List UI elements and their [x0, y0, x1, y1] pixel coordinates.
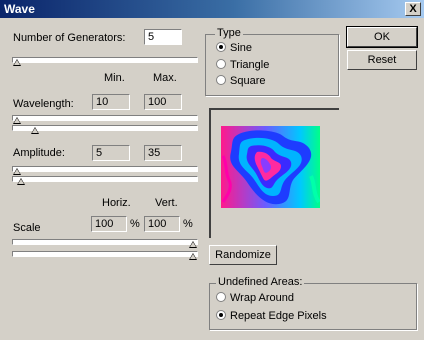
scale-vert-slider[interactable] — [12, 251, 198, 260]
close-button[interactable]: X — [405, 2, 421, 16]
generators-slider[interactable] — [12, 57, 198, 66]
wavelength-min-slider[interactable] — [12, 115, 198, 124]
wavelength-max-slider[interactable] — [12, 125, 198, 134]
generators-label: Number of Generators: — [13, 32, 126, 44]
scale-horiz-field[interactable]: 100 — [91, 216, 127, 232]
min-header: Min. — [104, 72, 125, 84]
repeat-edge-pixels-radio[interactable]: Repeat Edge Pixels — [216, 310, 327, 322]
type-triangle-radio[interactable]: Triangle — [216, 59, 269, 71]
scale-vert-unit: % — [183, 218, 193, 230]
generators-field[interactable]: 5 — [144, 29, 182, 45]
amplitude-min-field[interactable]: 5 — [92, 145, 130, 161]
amplitude-min-slider[interactable] — [12, 166, 198, 175]
type-sine-radio[interactable]: Sine — [216, 42, 252, 54]
scale-vert-field[interactable]: 100 — [144, 216, 180, 232]
vert-header: Vert. — [155, 197, 178, 209]
type-sine-label: Sine — [230, 42, 253, 54]
wave-preview-image[interactable] — [221, 126, 320, 208]
randomize-button[interactable]: Randomize — [209, 245, 277, 265]
wavelength-max-thumb[interactable] — [31, 127, 39, 134]
scale-horiz-slider[interactable] — [12, 239, 198, 248]
title-bar[interactable]: Wave X — [0, 0, 424, 18]
generators-slider-thumb[interactable] — [13, 59, 21, 66]
amplitude-max-slider[interactable] — [12, 176, 198, 185]
undefined-areas-group — [209, 283, 417, 330]
triangle-radio-dot[interactable] — [216, 59, 226, 69]
wavelength-min-thumb[interactable] — [13, 117, 21, 124]
wrap-around-radio-dot[interactable] — [216, 292, 226, 302]
wrap-around-label: Wrap Around — [230, 292, 295, 304]
max-header: Max. — [153, 72, 177, 84]
type-square-label: Square — [230, 75, 266, 87]
wave-preview-svg — [221, 126, 320, 208]
type-label: Type — [215, 27, 243, 39]
square-radio-dot[interactable] — [216, 75, 226, 85]
ok-button[interactable]: OK — [346, 26, 418, 48]
window-title: Wave — [4, 2, 35, 16]
wavelength-max-field[interactable]: 100 — [144, 94, 182, 110]
amplitude-max-thumb[interactable] — [17, 178, 25, 185]
type-triangle-label: Triangle — [230, 59, 270, 71]
scale-horiz-thumb[interactable] — [189, 241, 197, 248]
wrap-around-radio[interactable]: Wrap Around — [216, 292, 294, 304]
wave-dialog: Wave X Number of Generators: 5 Min. Max.… — [0, 0, 424, 340]
horiz-header: Horiz. — [102, 197, 131, 209]
repeat-edge-pixels-label: Repeat Edge Pixels — [230, 310, 327, 322]
scale-vert-thumb[interactable] — [189, 253, 197, 260]
amplitude-min-thumb[interactable] — [13, 168, 21, 175]
wavelength-min-field[interactable]: 10 — [92, 94, 130, 110]
scale-horiz-unit: % — [130, 218, 140, 230]
type-square-radio[interactable]: Square — [216, 75, 265, 87]
amplitude-label: Amplitude: — [13, 147, 65, 159]
reset-button[interactable]: Reset — [347, 50, 417, 70]
amplitude-max-field[interactable]: 35 — [144, 145, 182, 161]
undefined-areas-label: Undefined Areas: — [216, 276, 305, 288]
sine-radio-dot[interactable] — [216, 42, 226, 52]
scale-label: Scale — [13, 222, 41, 234]
repeat-edge-pixels-radio-dot[interactable] — [216, 310, 226, 320]
wavelength-label: Wavelength: — [13, 98, 74, 110]
